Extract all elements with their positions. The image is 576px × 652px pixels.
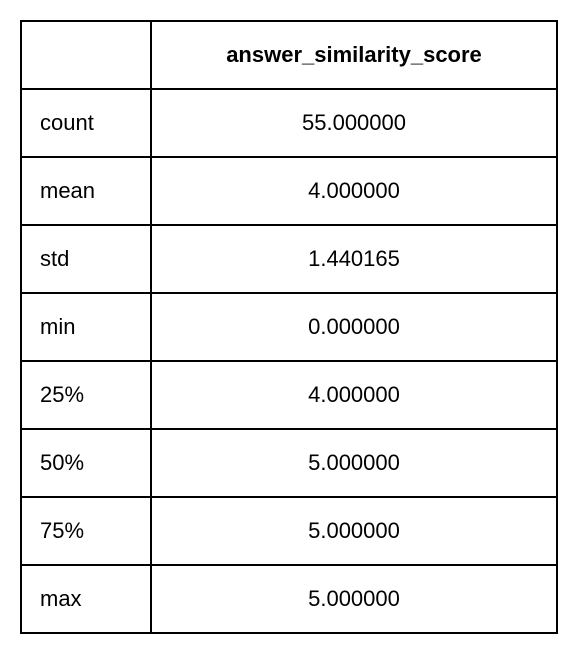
table-row: 75% 5.000000 <box>21 497 557 565</box>
row-value-mean: 4.000000 <box>151 157 557 225</box>
table-row: count 55.000000 <box>21 89 557 157</box>
table-row: min 0.000000 <box>21 293 557 361</box>
row-label-25pct: 25% <box>21 361 151 429</box>
row-value-50pct: 5.000000 <box>151 429 557 497</box>
row-value-25pct: 4.000000 <box>151 361 557 429</box>
header-empty <box>21 21 151 89</box>
row-value-max: 5.000000 <box>151 565 557 633</box>
row-label-count: count <box>21 89 151 157</box>
row-label-std: std <box>21 225 151 293</box>
row-label-50pct: 50% <box>21 429 151 497</box>
row-value-count: 55.000000 <box>151 89 557 157</box>
table-row: max 5.000000 <box>21 565 557 633</box>
table-row: 25% 4.000000 <box>21 361 557 429</box>
table-row: mean 4.000000 <box>21 157 557 225</box>
row-value-std: 1.440165 <box>151 225 557 293</box>
row-label-min: min <box>21 293 151 361</box>
table-header-row: answer_similarity_score <box>21 21 557 89</box>
statistics-table: answer_similarity_score count 55.000000 … <box>20 20 558 634</box>
table-row: 50% 5.000000 <box>21 429 557 497</box>
row-value-min: 0.000000 <box>151 293 557 361</box>
row-label-75pct: 75% <box>21 497 151 565</box>
table-row: std 1.440165 <box>21 225 557 293</box>
row-label-mean: mean <box>21 157 151 225</box>
row-value-75pct: 5.000000 <box>151 497 557 565</box>
header-column: answer_similarity_score <box>151 21 557 89</box>
row-label-max: max <box>21 565 151 633</box>
